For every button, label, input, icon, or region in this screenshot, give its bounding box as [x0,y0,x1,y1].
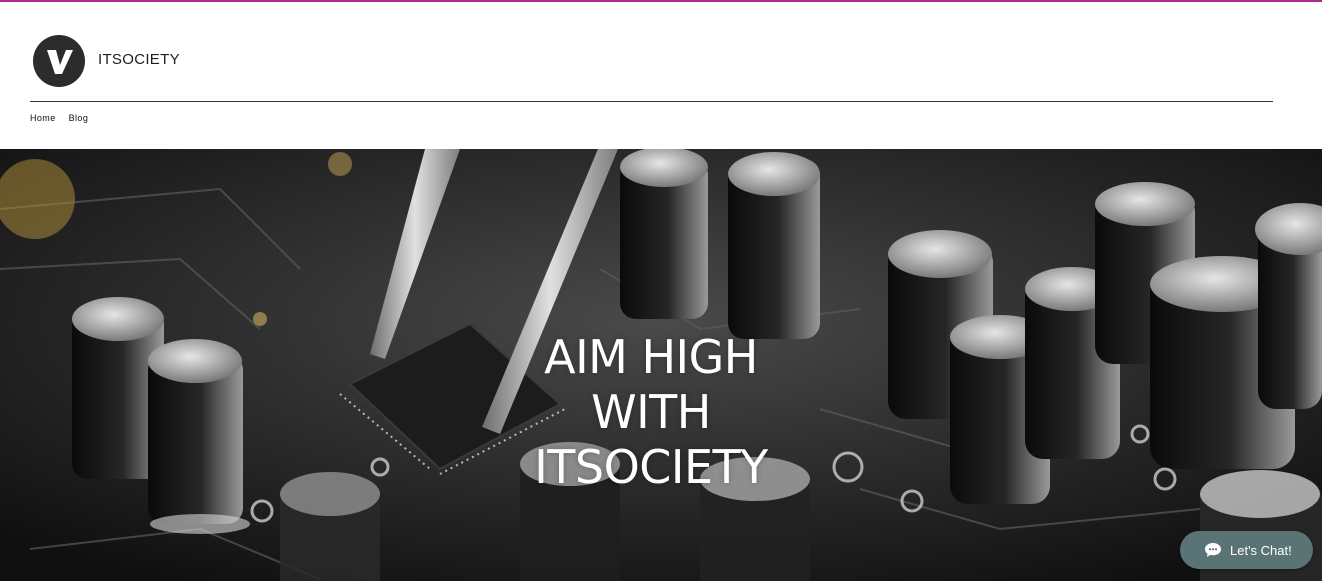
v-logo-icon [47,50,73,74]
headline-line-1: AIM HIGH [544,330,758,384]
top-accent-line [0,0,1322,2]
site-logo[interactable] [33,35,85,87]
site-name[interactable]: ITSOCIETY [98,51,180,68]
main-nav: Home Blog [30,113,88,123]
nav-item-home[interactable]: Home [30,113,56,123]
headline-line-3: ITSOCIETY [534,440,768,494]
chat-button[interactable]: Let's Chat! [1180,531,1313,569]
hero-headline: AIM HIGH WITH ITSOCIETY [451,330,851,495]
hero-banner: AIM HIGH WITH ITSOCIETY [0,149,1322,581]
chat-label: Let's Chat! [1230,542,1292,558]
chat-bubble-icon [1205,543,1221,557]
header-divider [30,101,1273,102]
headline-line-2: WITH [591,385,711,439]
nav-item-blog[interactable]: Blog [69,113,89,123]
